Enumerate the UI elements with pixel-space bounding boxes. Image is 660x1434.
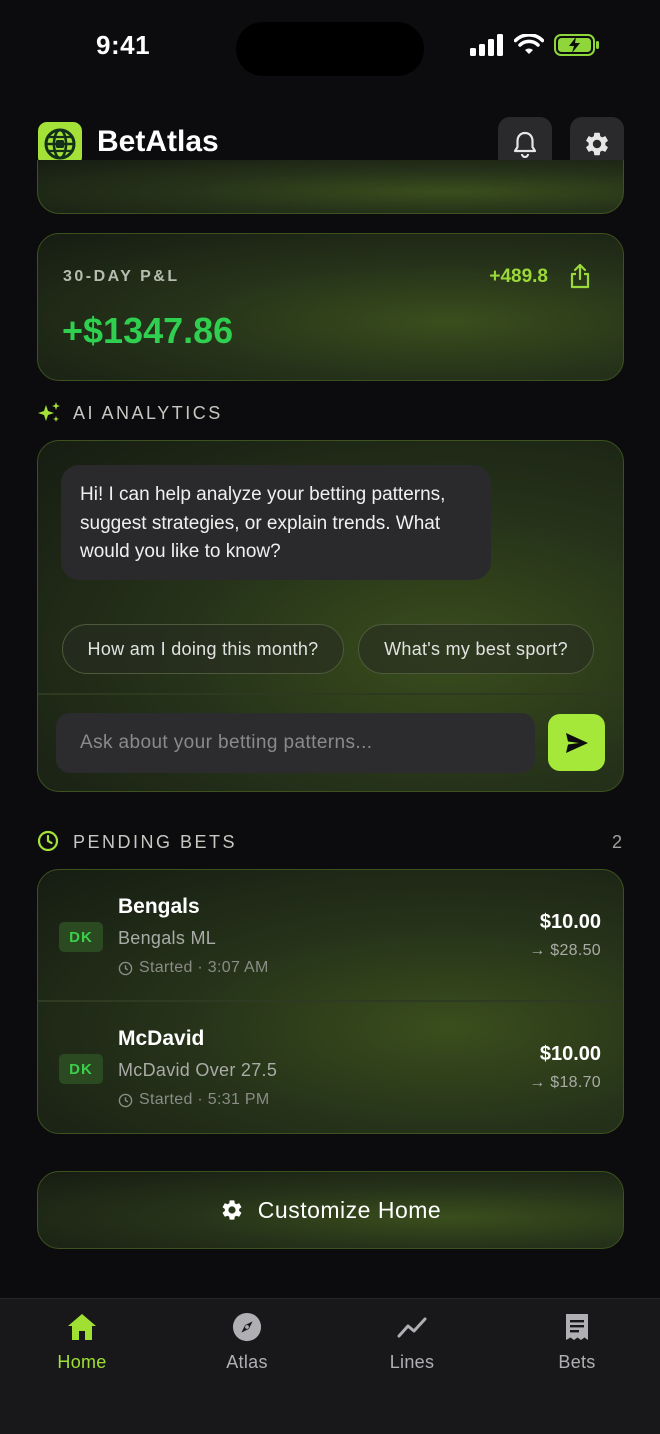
receipt-icon	[566, 1314, 588, 1340]
sportsbook-badge: DK	[59, 922, 103, 952]
ai-section-title: AI ANALYTICS	[73, 403, 223, 423]
ai-chat-input[interactable]	[56, 713, 535, 773]
send-icon	[565, 732, 588, 753]
send-button[interactable]	[548, 714, 605, 771]
app-title: BetAtlas	[97, 125, 219, 158]
tab-home[interactable]: Home	[22, 1312, 142, 1373]
bet-name: Bengals	[118, 895, 200, 918]
bet-type: Bengals ML	[118, 928, 217, 948]
share-icon	[570, 263, 590, 289]
pnl-label: 30-DAY P&L	[63, 268, 180, 285]
status-icons	[470, 34, 600, 56]
sportsbook-badge: DK	[59, 1054, 103, 1084]
bet-type: McDavid Over 27.5	[118, 1060, 278, 1080]
ai-message-bubble: Hi! I can help analyze your betting patt…	[61, 465, 491, 580]
bet-started: Started · 5:31 PM	[118, 1091, 270, 1109]
status-time: 9:41	[96, 30, 151, 60]
tab-atlas[interactable]: Atlas	[187, 1312, 307, 1373]
tab-label: Home	[57, 1352, 107, 1372]
tab-label: Atlas	[226, 1352, 268, 1372]
suggestion-chip[interactable]: How am I doing this month?	[62, 624, 344, 674]
pnl-value: +$1347.86	[62, 310, 234, 351]
sparkles-icon	[38, 402, 60, 422]
home-icon	[68, 1314, 96, 1340]
clock-icon	[118, 1093, 133, 1107]
globe-icon	[44, 128, 76, 160]
gear-icon	[222, 1200, 242, 1220]
tab-label: Bets	[558, 1352, 596, 1372]
pending-section-title: PENDING BETS	[73, 832, 238, 852]
ai-divider	[38, 693, 622, 695]
battery-charging-icon	[554, 34, 599, 56]
customize-home-label: Customize Home	[257, 1196, 442, 1223]
clock-icon	[118, 961, 133, 975]
clock-icon	[37, 830, 59, 852]
gear-icon	[586, 132, 608, 156]
bet-name: McDavid	[118, 1027, 205, 1050]
bet-started-text: Started · 3:07 AM	[139, 959, 269, 976]
trend-icon	[397, 1317, 427, 1338]
compass-icon	[232, 1312, 262, 1342]
bet-started: Started · 3:07 AM	[118, 959, 269, 977]
suggestion-chip[interactable]: What's my best sport?	[358, 624, 594, 674]
bet-payout: → $18.70	[529, 1074, 601, 1091]
bet-stake: $10.00	[539, 1043, 601, 1065]
tab-label: Lines	[389, 1352, 435, 1372]
cellular-signal-icon	[470, 34, 503, 56]
tab-bets[interactable]: Bets	[517, 1312, 637, 1373]
bet-stake: $10.00	[539, 911, 601, 933]
previous-card-peek	[37, 160, 624, 214]
pnl-change: +489.8	[489, 266, 548, 287]
share-button[interactable]	[569, 263, 591, 294]
tab-lines[interactable]: Lines	[352, 1312, 472, 1373]
bet-started-text: Started · 5:31 PM	[139, 1091, 270, 1108]
bell-icon	[513, 131, 537, 158]
pnl-card[interactable]	[37, 233, 624, 381]
bet-payout: → $28.50	[529, 942, 601, 959]
dynamic-island	[236, 22, 424, 76]
customize-home-button[interactable]: Customize Home	[37, 1171, 624, 1249]
pending-count: 2	[612, 832, 623, 852]
wifi-icon	[514, 34, 544, 54]
